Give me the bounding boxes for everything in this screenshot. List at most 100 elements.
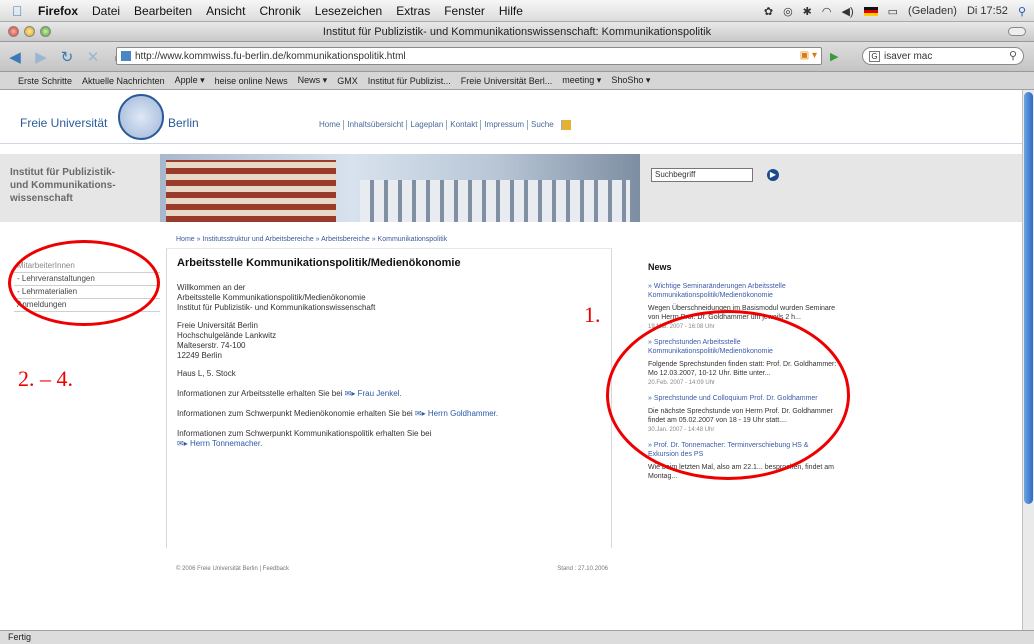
menu-datei[interactable]: Datei	[92, 4, 120, 18]
bookmark-shosho[interactable]: ShoSho ▾	[611, 75, 650, 86]
page-title: Arbeitsstelle Kommunikationspolitik/Medi…	[177, 257, 461, 269]
fu-seal-logo[interactable]	[118, 94, 164, 140]
bookmark-heise[interactable]: heise online News	[215, 76, 288, 86]
bookmark-news[interactable]: News ▾	[298, 75, 328, 86]
navigation-toolbar: ◀ ▶ ↻ ✕ ⌂ http://www.kommwiss.fu-berlin.…	[0, 42, 1034, 72]
bookmark-gmx[interactable]: GMX	[337, 76, 358, 86]
battery-icon[interactable]: ▭	[888, 5, 898, 18]
forward-icon[interactable]: ▶	[30, 46, 52, 68]
window-controls	[8, 26, 51, 37]
vertical-scrollbar[interactable]	[1022, 90, 1034, 630]
bookmark-aktuelle-nachrichten[interactable]: Aktuelle Nachrichten	[82, 76, 165, 86]
mail-icon[interactable]: ✉▸	[177, 439, 188, 448]
site-search-go-icon[interactable]: ▶	[767, 169, 779, 181]
topnav-home[interactable]: Home	[316, 120, 343, 130]
info-text: Informationen zum Schwerpunkt Medienökon…	[177, 409, 413, 418]
spotlight-icon[interactable]: ⚲	[1018, 5, 1026, 18]
rss-feed-icon[interactable]: ▣ ▾	[800, 50, 817, 61]
window-title: Institut für Publizistik- und Kommunikat…	[322, 25, 712, 38]
clock[interactable]: Di 17:52	[967, 5, 1008, 17]
menu-extras[interactable]: Extras	[396, 4, 430, 18]
menu-bar:  Firefox Datei Bearbeiten Ansicht Chron…	[0, 0, 1034, 22]
status-bar: Fertig	[0, 630, 1034, 644]
topnav-lageplan[interactable]: Lageplan	[406, 120, 446, 130]
apple-menu-icon[interactable]: 	[12, 4, 26, 18]
link-herrn-goldhammer[interactable]: Herrn Goldhammer.	[428, 409, 498, 418]
address-line: Malteserstr. 74-100	[177, 341, 246, 350]
news-heading: News	[648, 262, 672, 272]
bookmark-meeting[interactable]: meeting ▾	[562, 75, 601, 86]
annotation-oval-leftnav	[8, 240, 160, 326]
footer-stand: Stand : 27.10.2006	[557, 566, 608, 572]
page-viewport: Freie Universität Berlin Home Inhaltsübe…	[0, 90, 1034, 630]
welcome-line: Willkommen an der	[177, 283, 246, 292]
scrollbar-thumb[interactable]	[1024, 92, 1033, 504]
input-language-flag-icon[interactable]	[863, 6, 878, 16]
search-input[interactable]: G isaver mac ⚲	[862, 47, 1024, 65]
back-icon[interactable]: ◀	[4, 46, 26, 68]
menu-chronik[interactable]: Chronik	[259, 4, 300, 18]
fu-logo-left-text[interactable]: Freie Universität	[20, 116, 107, 130]
site-search-input[interactable]: Suchbegriff	[651, 168, 753, 182]
login-lock-icon[interactable]	[560, 120, 571, 130]
mail-icon[interactable]: ✉▸	[415, 409, 426, 418]
toolbar-toggle-button[interactable]	[1008, 27, 1026, 36]
banner-building-left	[166, 160, 336, 222]
menu-app[interactable]: Firefox	[38, 4, 78, 18]
mail-icon[interactable]: ✉▸	[345, 389, 356, 398]
info-kommunikationspolitik: Informationen zum Schwerpunkt Kommunikat…	[177, 429, 432, 438]
address-line: 12249 Berlin	[177, 351, 222, 360]
menu-fenster[interactable]: Fenster	[444, 4, 485, 18]
welcome-line: Institut für Publizistik- und Kommunikat…	[177, 303, 376, 312]
address-line: Freie Universität Berlin	[177, 321, 258, 330]
url-bar[interactable]: http://www.kommwiss.fu-berlin.de/kommuni…	[116, 47, 822, 65]
app-status-icon[interactable]: ✿	[764, 5, 773, 18]
volume-icon[interactable]: ◀)	[842, 5, 854, 18]
minimize-window-icon[interactable]	[24, 26, 35, 37]
info-arbeitsstelle: Informationen zur Arbeitsstelle erhalten…	[177, 389, 402, 399]
battery-status[interactable]: (Geladen)	[908, 5, 957, 17]
top-navigation: Home Inhaltsübersicht Lageplan Kontakt I…	[316, 120, 571, 130]
wifi-icon[interactable]: ◠	[822, 5, 832, 18]
menu-bearbeiten[interactable]: Bearbeiten	[134, 4, 192, 18]
fu-logo-right-text[interactable]: Berlin	[168, 116, 199, 130]
bookmark-fu-berlin[interactable]: Freie Universität Berl...	[461, 76, 553, 86]
bookmark-apple[interactable]: Apple ▾	[175, 75, 205, 86]
banner-building-right	[360, 180, 630, 222]
info-kommunikationspolitik-contact: ✉▸ Herrn Tonnemacher.	[177, 439, 262, 449]
menu-extras-tray: ✿ ◎ ✱ ◠ ◀) ▭ (Geladen) Di 17:52 ⚲	[764, 0, 1026, 22]
topnav-impressum[interactable]: Impressum	[480, 120, 527, 130]
bookmark-erste-schritte[interactable]: Erste Schritte	[18, 76, 72, 86]
reload-icon[interactable]: ↻	[56, 46, 78, 68]
topnav-kontakt[interactable]: Kontakt	[446, 120, 480, 130]
bluetooth-icon[interactable]: ✱	[803, 5, 812, 18]
zoom-window-icon[interactable]	[40, 26, 51, 37]
topnav-inhaltsuebersicht[interactable]: Inhaltsübersicht	[343, 120, 406, 130]
info-text: Informationen zur Arbeitsstelle erhalten…	[177, 389, 343, 398]
search-input-value: isaver mac	[884, 50, 933, 62]
news-title-link[interactable]: » Wichtige Seminaränderungen Arbeitsstel…	[648, 282, 838, 300]
close-window-icon[interactable]	[8, 26, 19, 37]
topnav-suche[interactable]: Suche	[527, 120, 557, 130]
menu-ansicht[interactable]: Ansicht	[206, 4, 245, 18]
search-engine-icon[interactable]: G	[869, 50, 880, 62]
institute-name[interactable]: Institut für Publizistik- und Kommunikat…	[10, 166, 150, 205]
menu-lesezeichen[interactable]: Lesezeichen	[315, 4, 382, 18]
annotation-label-1: 1.	[584, 302, 601, 327]
breadcrumb[interactable]: Home » Institutsstruktur und Arbeitsbere…	[176, 236, 447, 243]
link-frau-jenkel[interactable]: Frau Jenkel.	[358, 389, 402, 398]
institute-name-line: Institut für Publizistik-	[10, 167, 115, 178]
bookmark-institut[interactable]: Institut für Publizist...	[368, 76, 451, 86]
go-icon[interactable]: ▶	[830, 50, 838, 63]
house-line: Haus L, 5. Stock	[177, 369, 236, 378]
sync-icon[interactable]: ◎	[783, 5, 793, 18]
welcome-line: Arbeitsstelle Kommunikationspolitik/Medi…	[177, 293, 366, 302]
search-icon[interactable]: ⚲	[1009, 49, 1017, 62]
footer-copyright[interactable]: © 2006 Freie Universität Berlin | Feedba…	[176, 566, 289, 572]
menu-hilfe[interactable]: Hilfe	[499, 4, 523, 18]
stop-icon[interactable]: ✕	[82, 46, 104, 68]
link-herrn-tonnemacher[interactable]: Herrn Tonnemacher.	[190, 439, 262, 448]
info-medienoekonomie: Informationen zum Schwerpunkt Medienökon…	[177, 409, 498, 419]
fu-header: Freie Universität Berlin Home Inhaltsübe…	[0, 90, 1022, 144]
main-content: Arbeitsstelle Kommunikationspolitik/Medi…	[166, 248, 612, 548]
